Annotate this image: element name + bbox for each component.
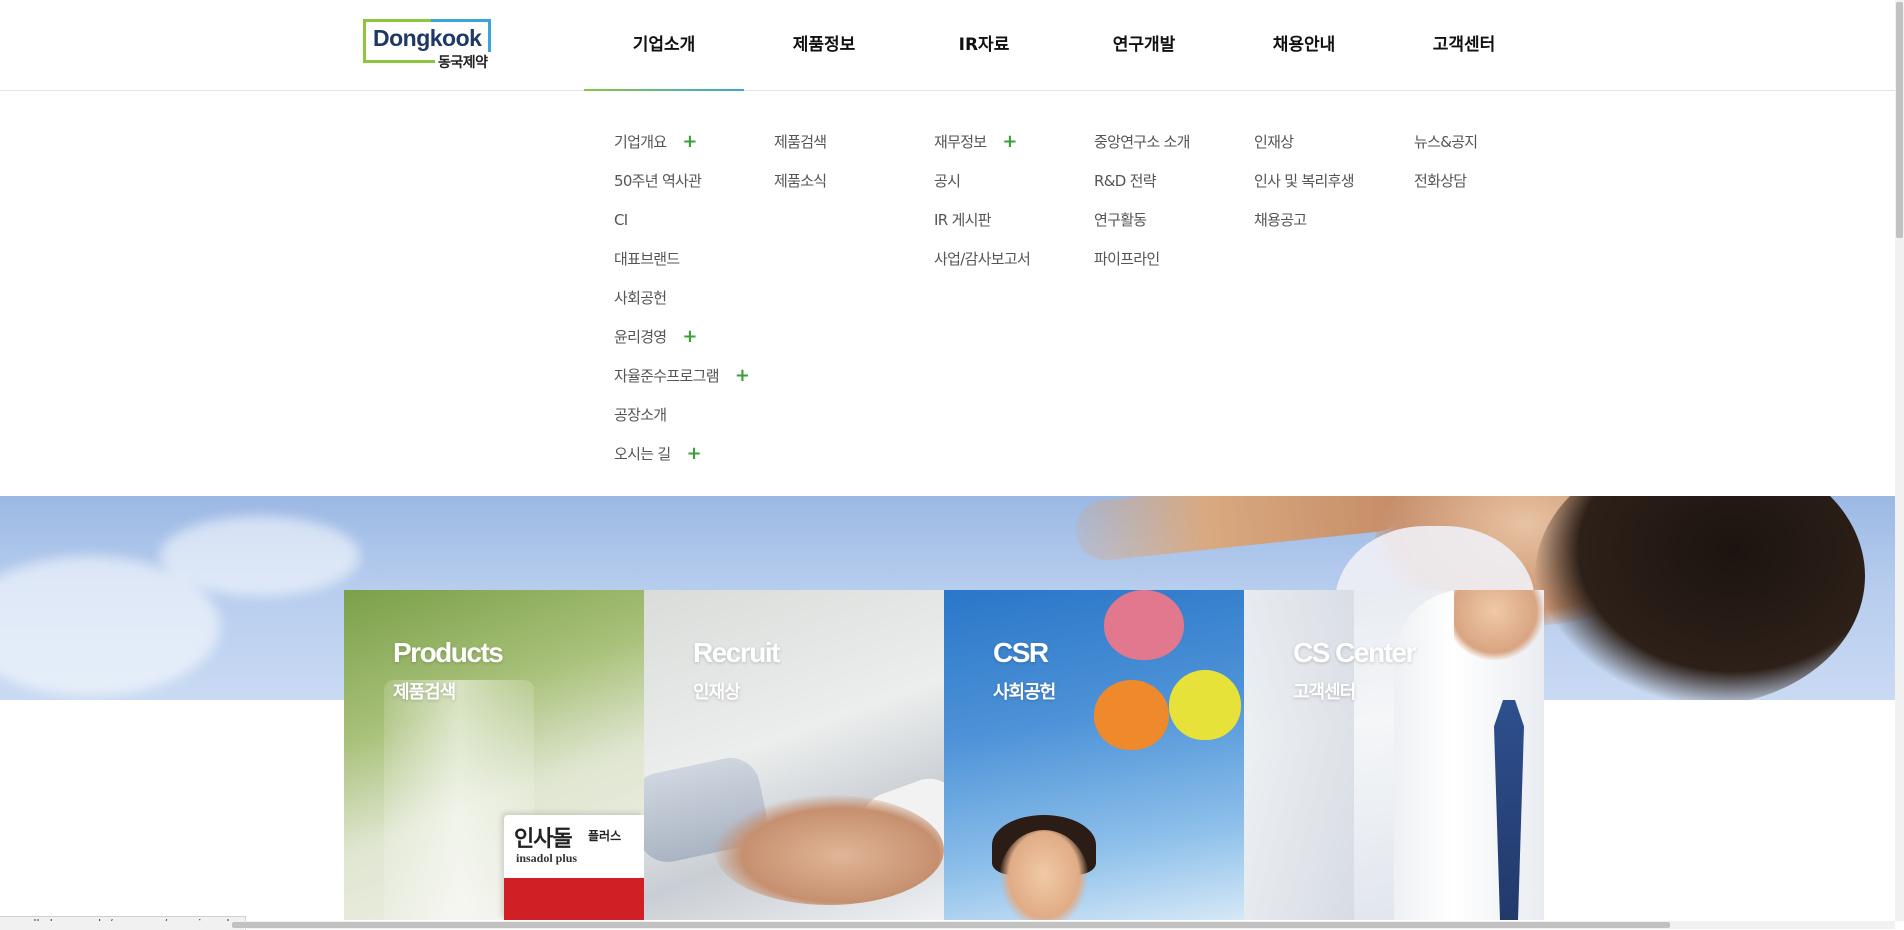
- card-subtitle: 고객센터: [1293, 682, 1356, 703]
- vertical-scrollbar[interactable]: [1895, 0, 1904, 921]
- nav-company[interactable]: 기업소개: [584, 0, 744, 91]
- cloud: [160, 516, 360, 596]
- submenu-label: 기업개요: [614, 133, 667, 151]
- insadol-box-image: 인사돌 플러스 insadol plus: [504, 815, 644, 920]
- submenu-label: 오시는 길: [614, 445, 671, 463]
- submenu-item-research-activity[interactable]: 연구활동: [1094, 200, 1190, 239]
- handshake-image: [714, 795, 944, 905]
- submenu-item-financial[interactable]: 재무정보 +: [934, 122, 1030, 161]
- submenu-label: CI: [614, 210, 628, 229]
- submenu-label: 50주년 역사관: [614, 172, 702, 190]
- submenu-item-disclosure[interactable]: 공시: [934, 161, 1030, 200]
- submenu-item-ethics[interactable]: 윤리경영 +: [614, 317, 749, 356]
- submenu-label: 대표브랜드: [614, 250, 680, 268]
- logo-text-en: Dongkook: [373, 25, 482, 51]
- nav-customer[interactable]: 고객센터: [1384, 0, 1544, 90]
- submenu-item-social[interactable]: 사회공헌: [614, 278, 749, 317]
- nav-ir[interactable]: IR자료: [904, 0, 1064, 90]
- plus-icon[interactable]: +: [1002, 131, 1017, 152]
- card-csr[interactable]: CSR 사회공헌: [944, 590, 1244, 920]
- vertical-scroll-thumb[interactable]: [1896, 2, 1903, 238]
- submenu-label: 사회공헌: [614, 289, 667, 307]
- submenu-item-factory[interactable]: 공장소개: [614, 395, 749, 434]
- submenu-label: 공장소개: [614, 406, 667, 424]
- submenu-customer: 뉴스&공지 전화상담: [1414, 122, 1478, 200]
- nav-rnd[interactable]: 연구개발: [1064, 0, 1224, 90]
- plus-icon[interactable]: +: [682, 131, 697, 152]
- card-cs-center[interactable]: CS Center 고객센터: [1244, 590, 1544, 920]
- mega-dropdown: 기업개요 + 50주년 역사관 CI 대표브랜드 사회공헌 윤리경영 + 자율준수프…: [0, 91, 1895, 496]
- submenu-item-talent[interactable]: 인재상: [1254, 122, 1354, 161]
- box-name: 인사돌: [514, 827, 573, 852]
- operator-face: [1454, 590, 1544, 660]
- plus-icon[interactable]: +: [735, 365, 750, 386]
- submenu-item-phone[interactable]: 전화상담: [1414, 161, 1477, 200]
- submenu-item-directions[interactable]: 오시는 길 +: [614, 434, 749, 473]
- box-suffix: 플러스: [588, 829, 622, 843]
- girl-image: [999, 830, 1089, 920]
- logo-text-ko: 동국제약: [435, 52, 491, 72]
- submenu-item-pipeline[interactable]: 파이프라인: [1094, 239, 1190, 278]
- submenu-item-history[interactable]: 50주년 역사관: [614, 161, 749, 200]
- submenu-item-reports[interactable]: 사업/감사보고서: [934, 239, 1031, 278]
- card-title: Products: [393, 637, 504, 668]
- card-subtitle: 인재상: [693, 682, 741, 703]
- submenu-company: 기업개요 + 50주년 역사관 CI 대표브랜드 사회공헌 윤리경영 + 자율준수프…: [614, 122, 750, 473]
- submenu-item-compliance[interactable]: 자율준수프로그램 +: [614, 356, 750, 395]
- submenu-item-brand[interactable]: 대표브랜드: [614, 239, 749, 278]
- box-red-band: [504, 878, 644, 920]
- horizontal-scrollbar[interactable]: [0, 921, 1895, 929]
- submenu-item-product-news[interactable]: 제품소식: [774, 161, 827, 200]
- box-en: insadol plus: [516, 851, 578, 865]
- plus-icon[interactable]: +: [682, 326, 697, 347]
- balloon-orange: [1094, 680, 1169, 750]
- submenu-item-news[interactable]: 뉴스&공지: [1414, 122, 1478, 161]
- submenu-recruit: 인재상 인사 및 복리후생 채용공고: [1254, 122, 1355, 239]
- card-title: Recruit: [693, 637, 780, 668]
- submenu-item-research-center[interactable]: 중앙연구소 소개: [1094, 122, 1190, 161]
- card-title: CSR: [993, 637, 1049, 668]
- submenu-item-overview[interactable]: 기업개요 +: [614, 122, 749, 161]
- dongkook-logo[interactable]: Dongkook 동국제약: [363, 19, 495, 72]
- submenu-rnd: 중앙연구소 소개 R&D 전략 연구활동 파이프라인: [1094, 122, 1190, 278]
- submenu-label: 자율준수프로그램: [614, 367, 720, 385]
- card-recruit[interactable]: Recruit 인재상: [644, 590, 944, 920]
- submenu-item-welfare[interactable]: 인사 및 복리후생: [1254, 161, 1355, 200]
- submenu-label: 윤리경영: [614, 328, 667, 346]
- hero-hair: [1535, 496, 1865, 700]
- nav-products[interactable]: 제품정보: [744, 0, 904, 90]
- submenu-label: 재무정보: [934, 133, 987, 151]
- submenu-ir: 재무정보 + 공시 IR 게시판 사업/감사보고서: [934, 122, 1031, 278]
- submenu-item-ir-board[interactable]: IR 게시판: [934, 200, 1030, 239]
- card-subtitle: 사회공헌: [993, 682, 1056, 703]
- card-products[interactable]: 인사돌 플러스 insadol plus Products 제품검색: [344, 590, 644, 920]
- balloon-pink: [1104, 590, 1184, 660]
- nav-recruit[interactable]: 채용안내: [1224, 0, 1384, 90]
- submenu-item-job-posting[interactable]: 채용공고: [1254, 200, 1354, 239]
- submenu-item-product-search[interactable]: 제품검색: [774, 122, 827, 161]
- submenu-item-ci[interactable]: CI: [614, 200, 749, 239]
- global-nav: 기업소개 제품정보 IR자료 연구개발 채용안내 고객센터: [584, 0, 1544, 91]
- card-subtitle: 제품검색: [393, 682, 456, 703]
- plus-icon[interactable]: +: [686, 443, 701, 464]
- horizontal-scroll-thumb[interactable]: [232, 922, 1670, 928]
- submenu-products: 제품검색 제품소식: [774, 122, 827, 200]
- balloon-yellow: [1169, 670, 1241, 740]
- site-header: Dongkook 동국제약 기업소개 제품정보 IR자료 연구개발 채용안내 고…: [0, 0, 1895, 91]
- quick-cards: 인사돌 플러스 insadol plus Products 제품검색 Recru…: [344, 590, 1544, 920]
- card-title: CS Center: [1293, 637, 1416, 668]
- submenu-item-rnd-strategy[interactable]: R&D 전략: [1094, 161, 1190, 200]
